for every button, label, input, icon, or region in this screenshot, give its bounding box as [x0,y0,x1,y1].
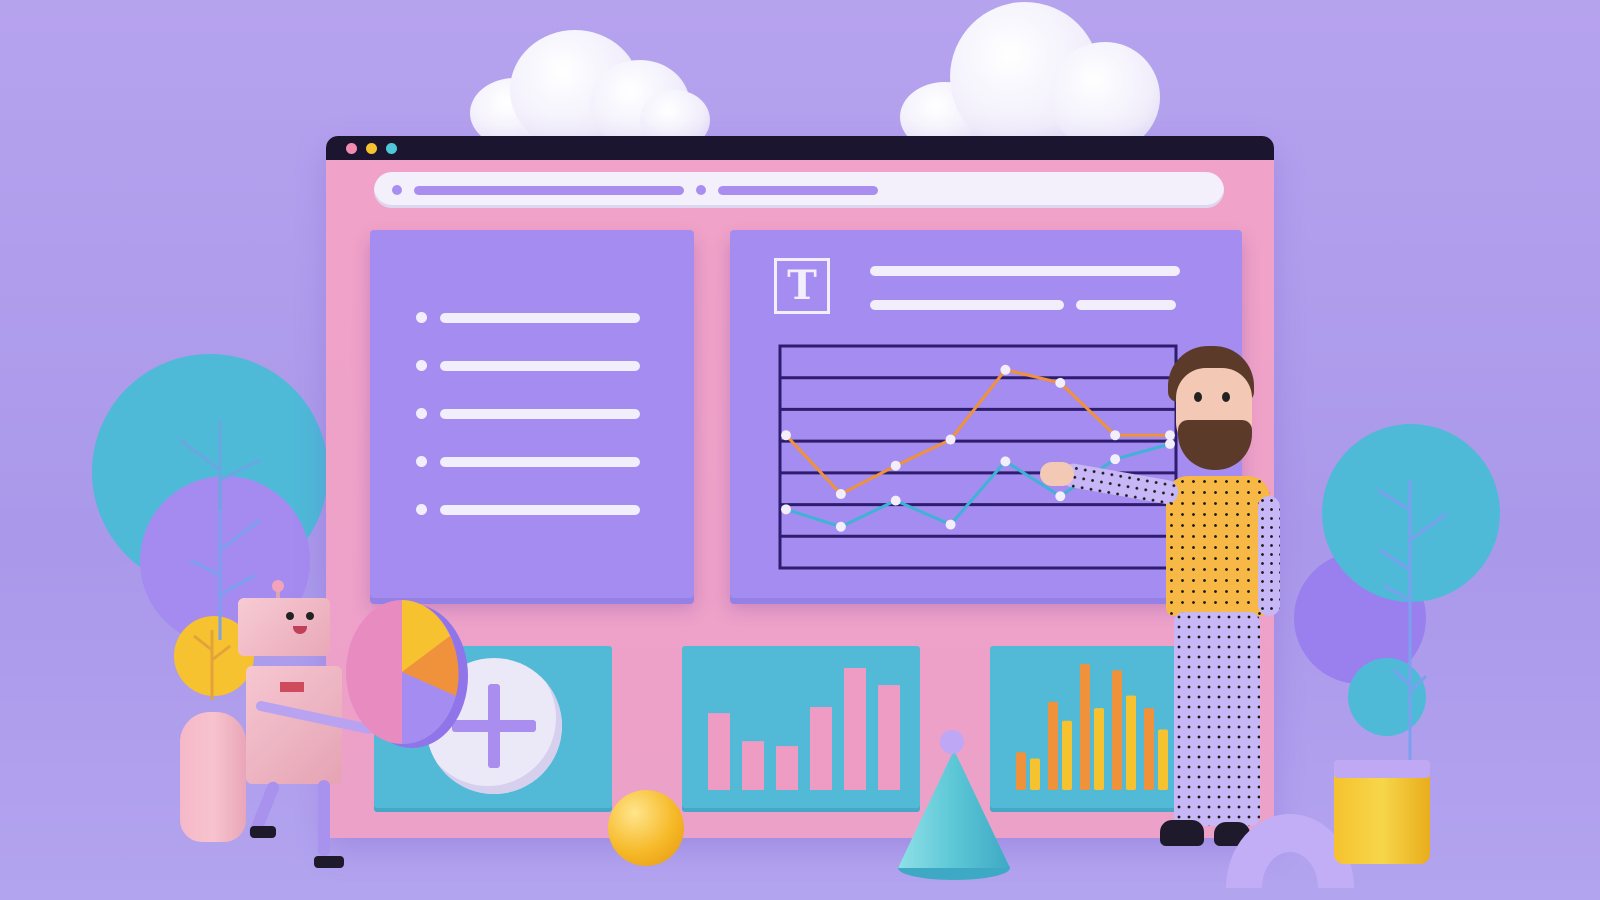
robot-leg-right [318,780,330,856]
presenter-arm-right [1258,496,1280,616]
bar [742,741,764,790]
presenter-shirt [1166,476,1270,616]
chart-point [1165,430,1175,441]
bar [1048,701,1058,790]
chart-point [835,489,846,500]
presenter-shoe-left [1160,820,1204,846]
robot-foot-right [314,856,344,868]
address-separator-icon [696,185,706,195]
list-line [440,361,640,371]
bar [776,746,798,790]
chart-point [1000,364,1011,375]
chart-point [1055,377,1066,388]
cloud-right [900,2,1160,152]
presenter-legs [1174,612,1260,826]
presenter-hand [1040,462,1074,486]
planter-right [1334,760,1430,864]
vase-left [180,712,246,842]
chart-point [781,430,791,441]
chart-point [1165,438,1175,449]
robot-foot-left [250,826,276,838]
window-dot-yellow[interactable] [366,143,377,154]
bar [1030,758,1040,790]
bar [1158,729,1168,790]
chart-point [945,519,956,530]
chart-point [890,495,901,506]
address-dot-icon [392,185,402,195]
chart-point [1110,430,1121,441]
bar [1016,752,1026,790]
list-bullet [416,408,427,419]
cone-shape [898,730,1010,880]
chart-point [1000,456,1011,467]
chart-point [890,460,901,471]
line-chart [778,344,1178,570]
bar [1126,695,1136,790]
address-segment-1 [414,186,684,195]
bar [1062,720,1072,790]
bar-card-pink [682,646,920,808]
list-line [440,505,640,515]
bar [708,713,730,790]
robot-antenna-tip [272,580,284,592]
list-bullet [416,504,427,515]
heading-line [870,266,1180,276]
bar [810,707,832,790]
bar [844,668,866,790]
list-bullet [416,312,427,323]
list-bullet [416,360,427,371]
list-bullet [416,456,427,467]
chart-point [945,434,956,445]
title-bar [326,136,1274,160]
tree-right-branches [1377,480,1447,760]
list-panel [370,230,694,598]
window-dots-icon[interactable] [346,143,357,154]
robot-head [238,598,330,656]
pie-chart-icon [346,600,468,748]
bar-chart-pink [708,668,900,790]
yellow-sphere [608,790,684,866]
bar [1112,670,1122,790]
subheading-line-1 [870,300,1064,310]
address-bar[interactable] [374,172,1224,208]
list-line [440,409,640,419]
list-line [440,313,640,323]
chart-point [781,504,791,515]
chart-point [835,521,846,532]
bar [1144,708,1154,790]
list-line [440,457,640,467]
chart-point [1055,491,1066,502]
window-dot-teal[interactable] [386,143,397,154]
chart-point [1110,454,1121,465]
bar [1080,664,1090,790]
subheading-line-2 [1076,300,1176,310]
address-segment-2 [718,186,878,195]
cloud-left [470,30,720,150]
bar [1094,708,1104,790]
text-t-icon: T [774,258,830,314]
